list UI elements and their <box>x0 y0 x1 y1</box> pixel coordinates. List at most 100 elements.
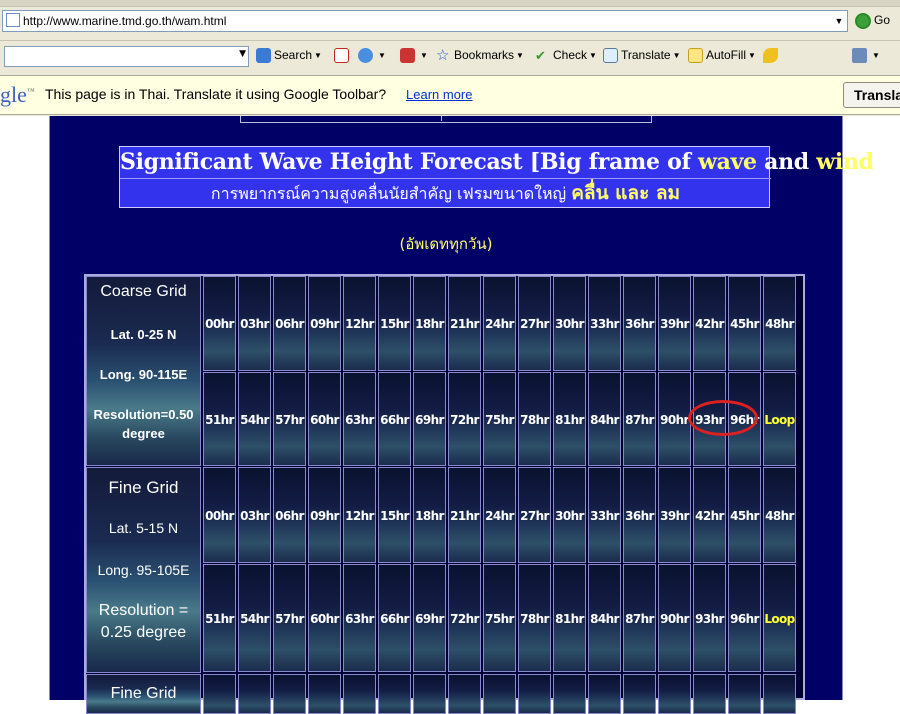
forecast-hour-link[interactable]: 45hr <box>728 276 761 371</box>
forecast-hour-link[interactable] <box>623 674 656 714</box>
forecast-hour-link[interactable]: 36hr <box>623 276 656 371</box>
forecast-hour-link[interactable]: 27hr <box>518 276 551 371</box>
forecast-hour-link[interactable]: 15hr <box>378 467 411 563</box>
forecast-hour-link[interactable] <box>728 674 761 714</box>
translate-button[interactable]: Translate ▼ <box>603 48 681 64</box>
forecast-hour-link[interactable]: 60hr <box>308 372 341 466</box>
forecast-hour-link[interactable] <box>448 674 481 714</box>
forecast-hour-link[interactable]: 42hr <box>693 276 726 371</box>
forecast-hour-link[interactable] <box>308 674 341 714</box>
forecast-hour-link[interactable]: 21hr <box>448 467 481 563</box>
forecast-hour-link[interactable]: 06hr <box>273 276 306 371</box>
forecast-hour-link[interactable]: 24hr <box>483 276 516 371</box>
forecast-hour-link[interactable]: 84hr <box>588 564 621 672</box>
chevron-down-icon[interactable]: ▼ <box>239 49 246 59</box>
gmail-button[interactable] <box>334 48 352 64</box>
forecast-hour-link[interactable]: 57hr <box>273 372 306 466</box>
forecast-hour-link[interactable]: 90hr <box>658 564 691 672</box>
forecast-hour-link[interactable]: 54hr <box>238 564 271 672</box>
autofill-button[interactable]: AutoFill ▼ <box>688 48 756 64</box>
forecast-hour-link[interactable]: 21hr <box>448 276 481 371</box>
forecast-hour-link[interactable]: 54hr <box>238 372 271 466</box>
highlighter-button[interactable] <box>763 48 781 64</box>
popup-blocker-button[interactable]: ▼ <box>400 48 428 64</box>
forecast-hour-link[interactable]: 33hr <box>588 276 621 371</box>
loop-animation-link[interactable]: Loop <box>763 564 796 672</box>
forecast-hour-link[interactable]: 48hr <box>763 467 796 563</box>
forecast-hour-link[interactable] <box>203 674 236 714</box>
translate-page-button[interactable]: Transla <box>843 82 900 108</box>
forecast-hour-link[interactable]: 12hr <box>343 467 376 563</box>
forecast-hour-link[interactable]: 00hr <box>203 276 236 371</box>
forecast-hour-link[interactable]: 78hr <box>518 372 551 466</box>
forecast-hour-link[interactable]: 27hr <box>518 467 551 563</box>
forecast-hour-link[interactable]: 06hr <box>273 467 306 563</box>
forecast-hour-link[interactable]: 93hr <box>693 372 726 466</box>
forecast-hour-link[interactable]: 30hr <box>553 276 586 371</box>
forecast-hour-link[interactable]: 03hr <box>238 276 271 371</box>
forecast-hour-link[interactable] <box>553 674 586 714</box>
forecast-hour-link[interactable]: 81hr <box>553 564 586 672</box>
learn-more-link[interactable]: Learn more <box>406 87 472 102</box>
forecast-hour-link[interactable]: 24hr <box>483 467 516 563</box>
forecast-hour-link[interactable]: 72hr <box>448 372 481 466</box>
forecast-hour-link[interactable] <box>413 674 446 714</box>
nav-button-right[interactable] <box>442 116 650 121</box>
forecast-hour-link[interactable]: 18hr <box>413 276 446 371</box>
forecast-hour-link[interactable]: 12hr <box>343 276 376 371</box>
forecast-hour-link[interactable]: 75hr <box>483 372 516 466</box>
forecast-hour-link[interactable] <box>763 674 796 714</box>
forecast-hour-link[interactable]: 42hr <box>693 467 726 563</box>
forecast-hour-link[interactable]: 03hr <box>238 467 271 563</box>
forecast-hour-link[interactable]: 84hr <box>588 372 621 466</box>
forecast-hour-link[interactable]: 36hr <box>623 467 656 563</box>
search-button[interactable]: Search ▼ <box>256 48 322 64</box>
forecast-hour-link[interactable]: 81hr <box>553 372 586 466</box>
forecast-hour-link[interactable]: 48hr <box>763 276 796 371</box>
forecast-hour-link[interactable]: 78hr <box>518 564 551 672</box>
forecast-hour-link[interactable]: 00hr <box>203 467 236 563</box>
forecast-hour-link[interactable] <box>658 674 691 714</box>
forecast-hour-link[interactable]: 39hr <box>658 467 691 563</box>
forecast-hour-link[interactable] <box>343 674 376 714</box>
forecast-hour-link[interactable] <box>693 674 726 714</box>
spellcheck-button[interactable]: ✔ Check ▼ <box>535 48 597 63</box>
forecast-hour-link[interactable]: 96hr <box>728 372 761 466</box>
forecast-hour-link[interactable] <box>378 674 411 714</box>
forecast-hour-link[interactable]: 75hr <box>483 564 516 672</box>
forecast-hour-link[interactable]: 33hr <box>588 467 621 563</box>
forecast-hour-link[interactable]: 66hr <box>378 372 411 466</box>
forecast-hour-link[interactable]: 93hr <box>693 564 726 672</box>
forecast-hour-link[interactable]: 60hr <box>308 564 341 672</box>
forecast-hour-link[interactable]: 09hr <box>308 467 341 563</box>
toolbar-search-input[interactable]: ▼ <box>4 46 249 67</box>
bookmarks-button[interactable]: ☆ Bookmarks ▼ <box>436 48 524 63</box>
add-button[interactable]: ▼ <box>358 48 386 64</box>
forecast-hour-link[interactable]: 87hr <box>623 564 656 672</box>
forecast-hour-link[interactable]: 18hr <box>413 467 446 563</box>
forecast-hour-link[interactable]: 72hr <box>448 564 481 672</box>
forecast-hour-link[interactable]: 57hr <box>273 564 306 672</box>
go-button[interactable]: Go <box>855 13 890 29</box>
forecast-hour-link[interactable]: 63hr <box>343 372 376 466</box>
forecast-hour-link[interactable]: 51hr <box>203 564 236 672</box>
forecast-hour-link[interactable] <box>483 674 516 714</box>
forecast-hour-link[interactable]: 69hr <box>413 372 446 466</box>
forecast-hour-link[interactable] <box>518 674 551 714</box>
forecast-hour-link[interactable] <box>238 674 271 714</box>
nav-button-left[interactable] <box>241 116 442 121</box>
forecast-hour-link[interactable]: 15hr <box>378 276 411 371</box>
address-input[interactable]: http://www.marine.tmd.go.th/wam.html ▼ <box>2 10 848 32</box>
forecast-hour-link[interactable]: 96hr <box>728 564 761 672</box>
forecast-hour-link[interactable]: 30hr <box>553 467 586 563</box>
forecast-hour-link[interactable]: 66hr <box>378 564 411 672</box>
forecast-hour-link[interactable] <box>273 674 306 714</box>
forecast-hour-link[interactable]: 51hr <box>203 372 236 466</box>
forecast-hour-link[interactable]: 69hr <box>413 564 446 672</box>
forecast-hour-link[interactable]: 63hr <box>343 564 376 672</box>
loop-animation-link[interactable]: Loop <box>763 372 796 466</box>
settings-button[interactable]: ▼ <box>852 48 880 64</box>
forecast-hour-link[interactable]: 09hr <box>308 276 341 371</box>
forecast-hour-link[interactable] <box>588 674 621 714</box>
forecast-hour-link[interactable]: 87hr <box>623 372 656 466</box>
